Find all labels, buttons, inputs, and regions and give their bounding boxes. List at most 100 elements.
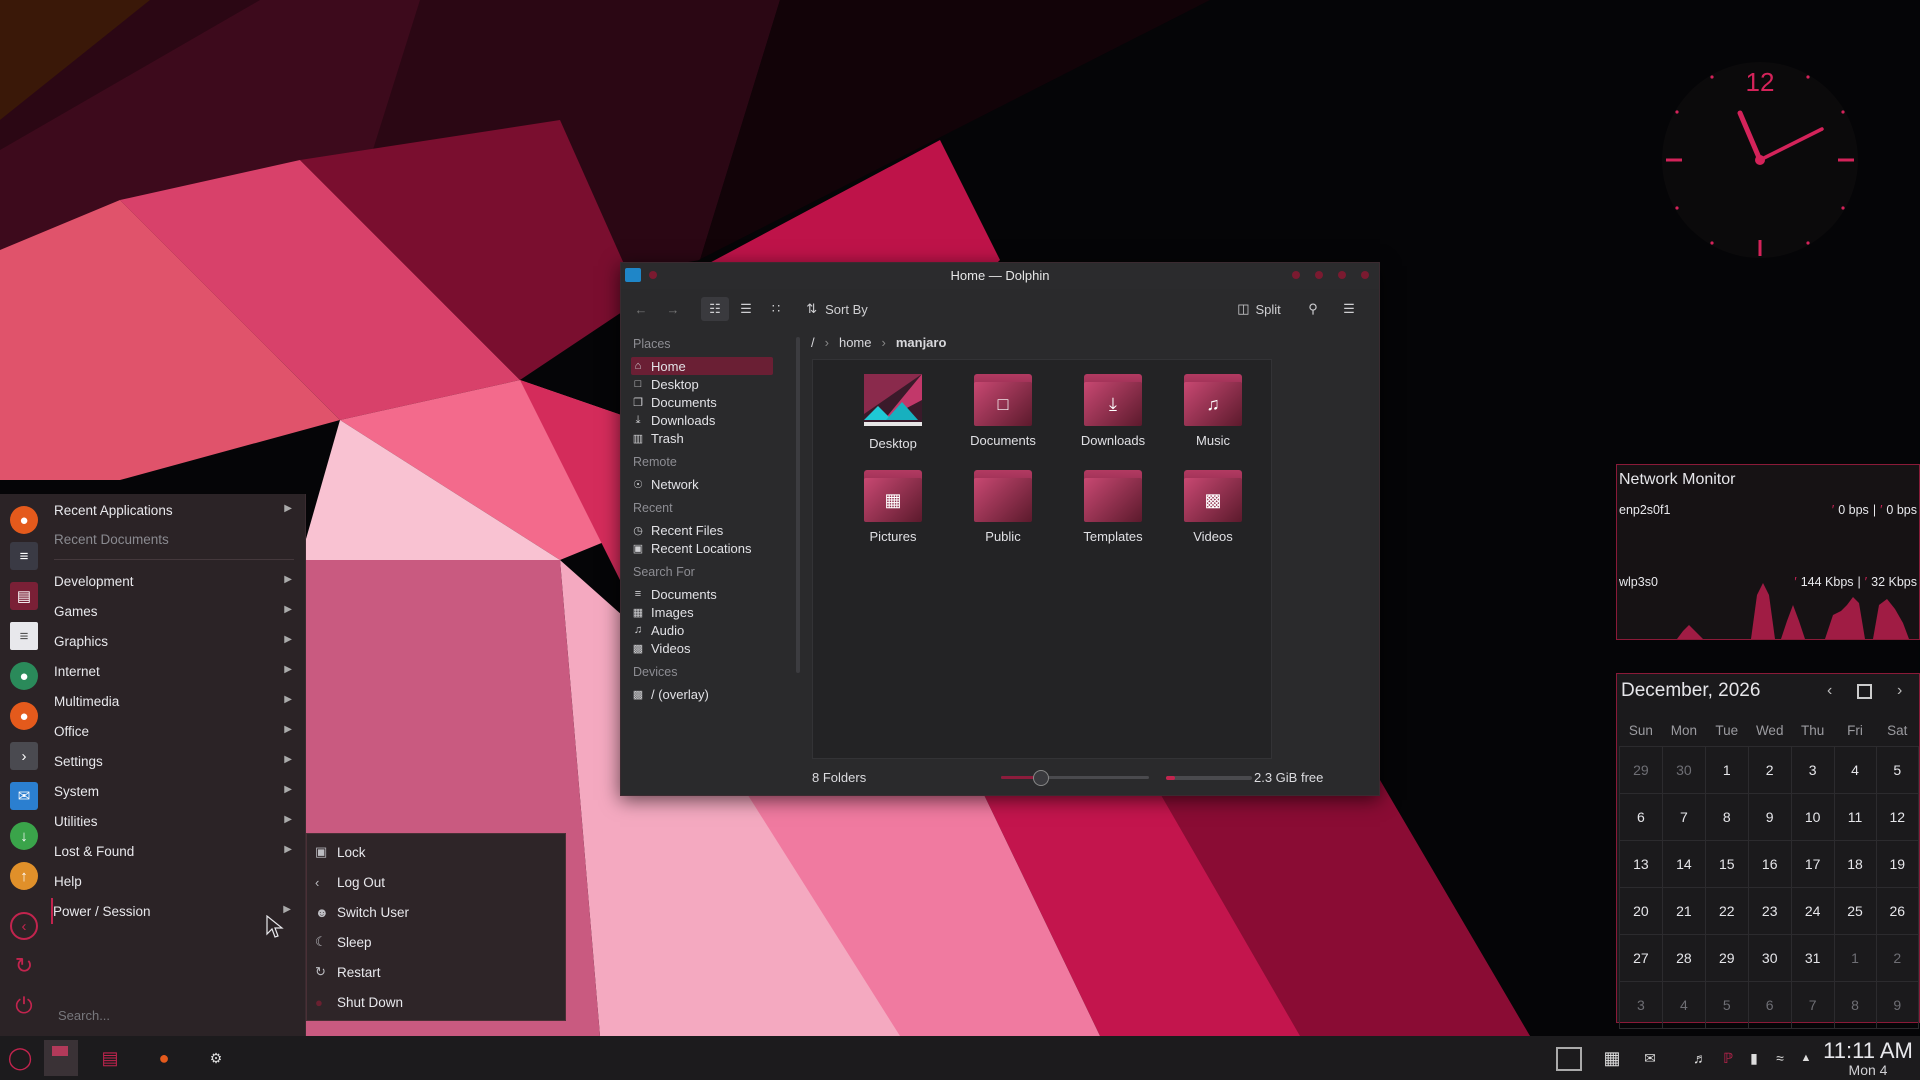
menu-recent-applications[interactable]: Recent Applications ▶ <box>54 497 298 523</box>
volume-icon[interactable]: ♬ <box>1686 1044 1714 1072</box>
firefox-icon[interactable]: ● <box>10 506 38 534</box>
calendar-day[interactable]: 9 <box>1747 793 1792 841</box>
places-item-overlay[interactable]: ▩ / (overlay) <box>631 685 773 703</box>
minimize-button[interactable] <box>1315 271 1323 279</box>
back-arrow-icon[interactable]: ← <box>629 297 653 321</box>
menu-recent-documents[interactable]: Recent Documents <box>54 526 298 552</box>
zoom-slider-handle[interactable] <box>1032 770 1049 786</box>
settings-sliders-icon[interactable]: ≡ <box>10 542 38 570</box>
restart-item[interactable]: ↻ Restart <box>315 960 555 984</box>
prev-month-icon[interactable]: ‹ <box>1827 682 1832 700</box>
calendar-day[interactable]: 6 <box>1747 981 1792 1029</box>
places-item-videos[interactable]: ▩ Videos <box>631 639 773 657</box>
calendar-day[interactable]: 17 <box>1790 840 1835 888</box>
hamburger-menu-icon[interactable]: ☰ <box>1337 297 1361 321</box>
menu-utilities[interactable]: Utilities ▶ <box>54 808 298 834</box>
calendar-day[interactable]: 8 <box>1833 981 1877 1029</box>
sort-by-button[interactable]: ⇅ Sort By <box>797 297 877 321</box>
folder-item[interactable]: ♫ Music <box>1158 374 1268 448</box>
today-icon[interactable] <box>1857 684 1872 699</box>
close-button[interactable] <box>1361 271 1369 279</box>
calendar-day[interactable]: 12 <box>1875 793 1920 841</box>
places-item-downloads[interactable]: ⤓ Downloads <box>631 411 773 429</box>
calendar-day[interactable]: 28 <box>1661 934 1706 982</box>
places-item-home[interactable]: ⌂ Home <box>631 357 773 375</box>
calendar-day[interactable]: 16 <box>1747 840 1792 888</box>
places-scrollbar[interactable] <box>796 337 800 673</box>
notifications-icon[interactable]: ✉ <box>1636 1044 1664 1072</box>
switch-user-item[interactable]: ☻ Switch User <box>315 900 555 924</box>
calendar-day[interactable]: 2 <box>1747 746 1792 794</box>
calendar-day[interactable]: 20 <box>1619 887 1663 935</box>
calendar-day[interactable]: 22 <box>1704 887 1749 935</box>
folder-item[interactable]: ▩ Videos <box>1158 470 1268 544</box>
app-launcher-icon[interactable]: ◯ <box>6 1044 34 1072</box>
menu-system[interactable]: System ▶ <box>54 778 298 804</box>
folder-item[interactable]: Templates <box>1058 470 1168 544</box>
places-item-desktop[interactable]: □ Desktop <box>631 375 773 393</box>
wifi-icon[interactable]: ≈ <box>1766 1044 1794 1072</box>
breadcrumb-current[interactable]: manjaro <box>896 335 947 350</box>
calendar-day[interactable]: 14 <box>1661 840 1706 888</box>
calendar-day[interactable]: 4 <box>1833 746 1877 794</box>
places-item-search-documents[interactable]: ≡ Documents <box>631 585 773 603</box>
messaging-icon[interactable]: ✉ <box>10 782 38 810</box>
calendar-day[interactable]: 7 <box>1790 981 1835 1029</box>
file-manager-icon[interactable]: ▤ <box>10 582 38 610</box>
menu-office[interactable]: Office ▶ <box>54 718 298 744</box>
places-item-audio[interactable]: ♫ Audio <box>631 621 773 639</box>
calendar-day[interactable]: 1 <box>1704 746 1749 794</box>
calendar-day[interactable]: 10 <box>1790 793 1835 841</box>
pager-desktop-1[interactable] <box>44 1040 78 1076</box>
calendar-day[interactable]: 9 <box>1875 981 1920 1029</box>
places-item-trash[interactable]: ▥ Trash <box>631 429 773 447</box>
calendar-day[interactable]: 21 <box>1661 887 1706 935</box>
calendar-day[interactable]: 31 <box>1790 934 1835 982</box>
window-titlebar[interactable]: Home — Dolphin <box>621 263 1379 289</box>
download-manager-icon[interactable]: ↓ <box>10 822 38 850</box>
power-icon[interactable]: ⏻ <box>10 992 38 1020</box>
calendar-day[interactable]: 7 <box>1661 793 1706 841</box>
menu-search-input[interactable]: Search... <box>58 1008 110 1023</box>
menu-lost-and-found[interactable]: Lost & Found ▶ <box>54 838 298 864</box>
menu-internet[interactable]: Internet ▶ <box>54 658 298 684</box>
digital-clock-time[interactable]: 11:11 AM <box>1820 1038 1916 1064</box>
shutdown-item[interactable]: ● Shut Down <box>315 990 555 1014</box>
maximize-button[interactable] <box>1338 271 1346 279</box>
calendar-day[interactable]: 18 <box>1833 840 1877 888</box>
calendar-day[interactable]: 26 <box>1875 887 1920 935</box>
back-icon[interactable]: ‹ <box>10 912 38 940</box>
search-icon[interactable]: ⚲ <box>1301 297 1325 321</box>
calendar-day[interactable]: 25 <box>1833 887 1877 935</box>
menu-help[interactable]: Help <box>54 868 298 894</box>
folder-item[interactable]: Desktop <box>838 374 948 451</box>
menu-power-session[interactable]: Power / Session ▶ <box>51 898 297 924</box>
calendar-day[interactable]: 11 <box>1833 793 1877 841</box>
calendar-day[interactable]: 3 <box>1619 981 1663 1029</box>
folder-item[interactable]: Public <box>948 470 1058 544</box>
calendar-day[interactable]: 19 <box>1875 840 1920 888</box>
window-menu-button[interactable] <box>1292 271 1300 279</box>
trash-icon[interactable]: ▦ <box>1598 1044 1626 1072</box>
icons-view-icon[interactable]: ☷ <box>701 297 729 321</box>
places-item-documents[interactable]: ❐ Documents <box>631 393 773 411</box>
places-item-recent-locations[interactable]: ▣ Recent Locations <box>631 539 773 557</box>
lock-item[interactable]: ▣ Lock <box>315 840 555 864</box>
calendar-day[interactable]: 29 <box>1619 746 1663 794</box>
zoom-slider[interactable] <box>1001 770 1149 786</box>
menu-games[interactable]: Games ▶ <box>54 598 298 624</box>
office-icon[interactable]: ● <box>10 662 38 690</box>
places-item-network[interactable]: ☉ Network <box>631 475 773 493</box>
battery-icon[interactable]: ▮ <box>1740 1044 1768 1072</box>
breadcrumb-home[interactable]: home <box>839 335 872 350</box>
calendar-day[interactable]: 1 <box>1833 934 1877 982</box>
split-button[interactable]: ◫ Split <box>1231 297 1287 321</box>
calendar-day[interactable]: 2 <box>1875 934 1920 982</box>
firefox-taskbar-icon[interactable]: ● <box>150 1044 178 1072</box>
terminal-icon[interactable]: › <box>10 742 38 770</box>
forward-arrow-icon[interactable]: → <box>661 297 685 321</box>
folder-item[interactable]: ⤓ Downloads <box>1058 374 1168 448</box>
breadcrumb-root[interactable]: / <box>811 335 815 350</box>
update-icon[interactable]: ↑ <box>10 862 38 890</box>
calendar-day[interactable]: 8 <box>1704 793 1749 841</box>
